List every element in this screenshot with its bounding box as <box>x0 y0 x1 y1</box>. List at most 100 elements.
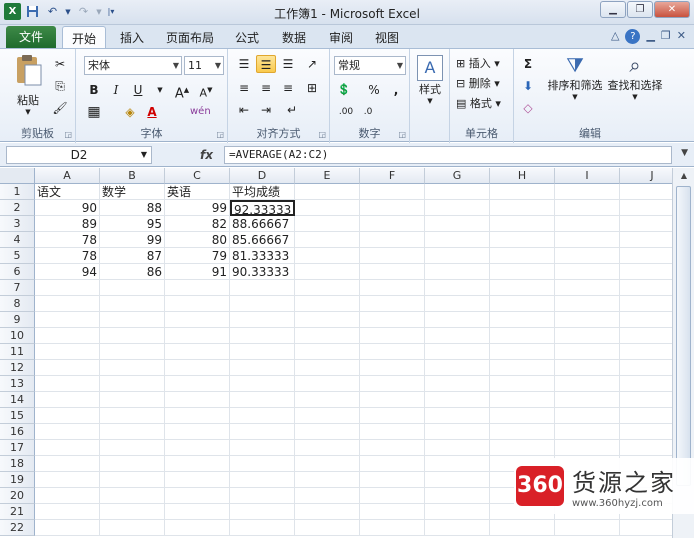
tab-file[interactable]: 文件 <box>6 26 56 48</box>
cell[interactable] <box>425 264 490 280</box>
cell[interactable] <box>360 232 425 248</box>
cell[interactable] <box>360 408 425 424</box>
cell[interactable] <box>360 360 425 376</box>
cell[interactable] <box>35 440 100 456</box>
cell[interactable] <box>425 296 490 312</box>
cell[interactable] <box>555 520 620 536</box>
column-header[interactable]: J <box>620 168 672 184</box>
cell[interactable] <box>490 520 555 536</box>
cell[interactable] <box>295 488 360 504</box>
cell[interactable]: 85.66667 <box>230 232 295 248</box>
percent-button[interactable]: % <box>364 81 384 99</box>
cell[interactable] <box>620 392 672 408</box>
cell[interactable] <box>360 280 425 296</box>
font-size-select[interactable]: 11 ▼ <box>184 56 224 75</box>
cell[interactable] <box>490 360 555 376</box>
cell[interactable] <box>230 456 295 472</box>
cell[interactable] <box>100 312 165 328</box>
grow-font-icon[interactable]: A▲ <box>172 81 192 101</box>
column-header[interactable]: I <box>555 168 620 184</box>
cell[interactable] <box>425 408 490 424</box>
cell[interactable] <box>360 344 425 360</box>
cell[interactable] <box>490 392 555 408</box>
tab-formulas[interactable]: 公式 <box>235 29 259 46</box>
cell[interactable] <box>360 200 425 216</box>
cell[interactable] <box>360 488 425 504</box>
format-cells-button[interactable]: ▤ 格式 ▾ <box>456 95 501 111</box>
row-header[interactable]: 2 <box>0 200 35 216</box>
cell[interactable] <box>360 184 425 200</box>
cell[interactable] <box>620 520 672 536</box>
cell[interactable] <box>555 440 620 456</box>
cell[interactable] <box>490 328 555 344</box>
cell[interactable] <box>100 280 165 296</box>
cell[interactable] <box>230 312 295 328</box>
cell[interactable]: 88 <box>100 200 165 216</box>
tab-view[interactable]: 视图 <box>375 29 399 46</box>
cell[interactable] <box>360 392 425 408</box>
cell[interactable] <box>165 344 230 360</box>
cell[interactable] <box>35 392 100 408</box>
name-box[interactable]: D2 ▼ <box>6 146 152 164</box>
scroll-up-icon[interactable]: ▲ <box>673 168 694 184</box>
clear-icon[interactable]: ◇ <box>518 99 538 117</box>
cell[interactable]: 90 <box>35 200 100 216</box>
cell[interactable] <box>230 328 295 344</box>
insert-cells-button[interactable]: ⊞ 插入 ▾ <box>456 55 500 71</box>
row-header[interactable]: 22 <box>0 520 35 536</box>
cell[interactable]: 90.33333 <box>230 264 295 280</box>
cell[interactable] <box>360 328 425 344</box>
cell[interactable]: 语文 <box>35 184 100 200</box>
cell[interactable] <box>425 488 490 504</box>
cell[interactable] <box>35 344 100 360</box>
cell[interactable] <box>555 392 620 408</box>
cell[interactable]: 82 <box>165 216 230 232</box>
cell[interactable] <box>165 408 230 424</box>
column-header[interactable]: H <box>490 168 555 184</box>
orientation-icon[interactable]: ↗ <box>302 55 322 73</box>
cell[interactable] <box>295 200 360 216</box>
cell[interactable] <box>555 376 620 392</box>
column-header[interactable]: E <box>295 168 360 184</box>
cell[interactable] <box>230 440 295 456</box>
cell[interactable] <box>425 360 490 376</box>
cell[interactable] <box>295 232 360 248</box>
cell[interactable] <box>555 280 620 296</box>
autosum-button[interactable]: Σ <box>518 55 538 73</box>
close-button[interactable]: ✕ <box>654 1 690 18</box>
paste-button[interactable]: 粘贴 ▼ <box>10 53 46 116</box>
cell[interactable] <box>165 328 230 344</box>
cell[interactable] <box>295 248 360 264</box>
wrap-text-icon[interactable]: ↵ <box>282 101 302 119</box>
cell[interactable] <box>295 520 360 536</box>
align-center-icon[interactable]: ≡ <box>256 79 276 97</box>
cell[interactable] <box>360 424 425 440</box>
increase-indent-icon[interactable]: ⇥ <box>256 101 276 119</box>
cell[interactable] <box>100 456 165 472</box>
maximize-button[interactable]: ❐ <box>627 1 653 18</box>
cell[interactable] <box>100 440 165 456</box>
cell[interactable] <box>230 344 295 360</box>
cell[interactable] <box>490 248 555 264</box>
format-painter-icon[interactable]: 🖌 <box>50 99 70 117</box>
cell[interactable] <box>165 472 230 488</box>
cell[interactable] <box>555 296 620 312</box>
cell[interactable] <box>360 456 425 472</box>
cell[interactable] <box>360 472 425 488</box>
cell[interactable]: 平均成绩 <box>230 184 295 200</box>
column-header[interactable]: G <box>425 168 490 184</box>
borders-icon[interactable]: ▦ <box>84 103 104 121</box>
increase-decimal-icon[interactable]: .00 <box>336 103 356 121</box>
cell[interactable] <box>425 392 490 408</box>
cell[interactable] <box>425 472 490 488</box>
row-header[interactable]: 15 <box>0 408 35 424</box>
window-restore-icon[interactable]: ❐ <box>661 29 671 44</box>
cell[interactable] <box>490 200 555 216</box>
cell[interactable] <box>490 232 555 248</box>
scroll-thumb[interactable] <box>676 186 691 486</box>
cell[interactable] <box>360 520 425 536</box>
cell[interactable] <box>100 376 165 392</box>
cell[interactable]: 94 <box>35 264 100 280</box>
cell[interactable] <box>490 280 555 296</box>
select-all-button[interactable] <box>0 168 35 184</box>
